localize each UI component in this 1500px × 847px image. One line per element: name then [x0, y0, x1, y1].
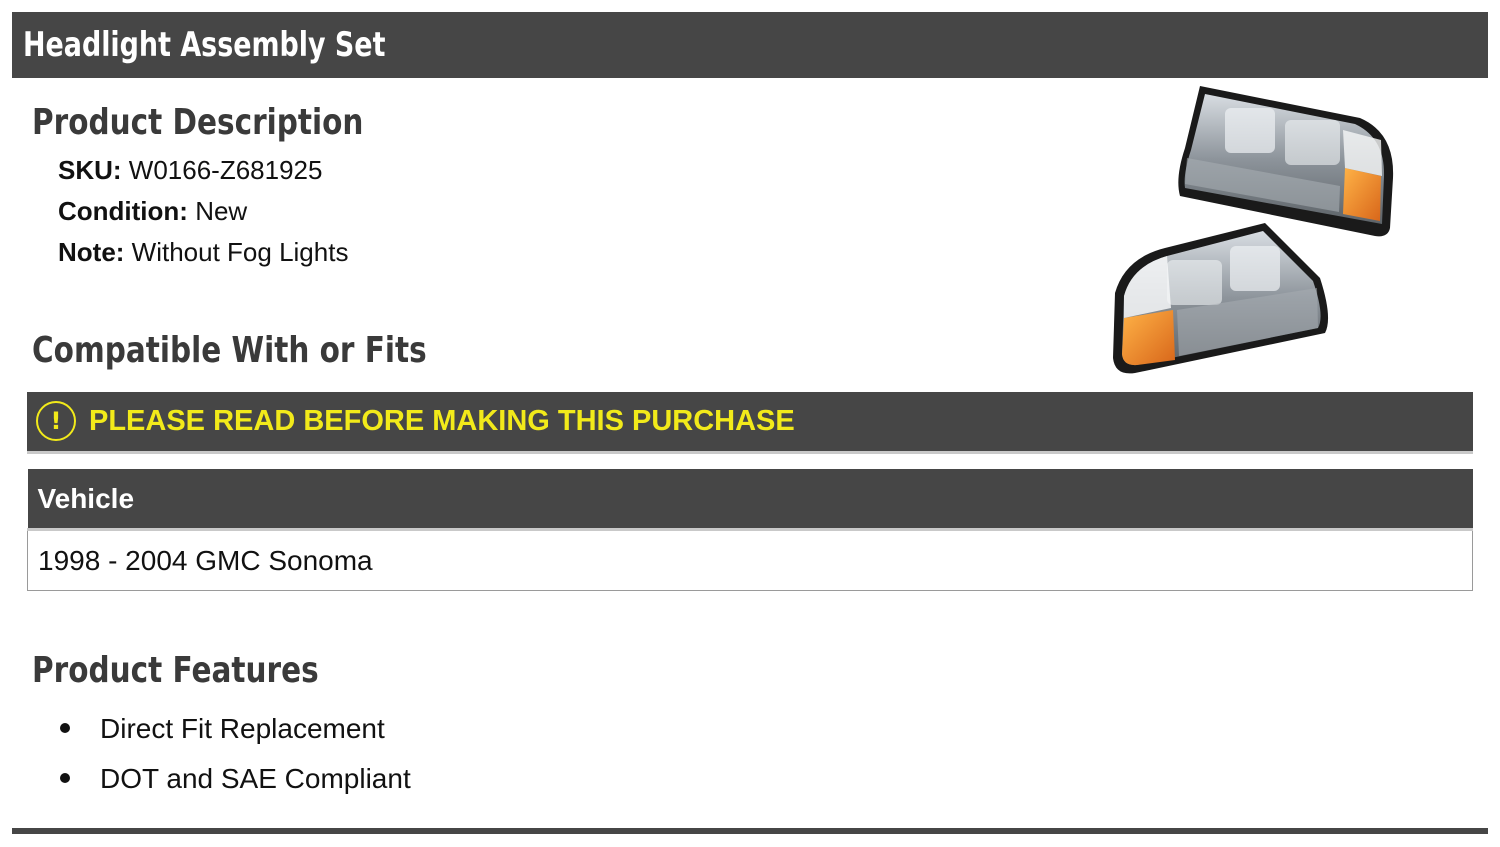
exclamation-circle-icon: !: [36, 401, 76, 441]
list-item: DOT and SAE Compliant: [60, 754, 411, 804]
page-title: Headlight Assembly Set: [23, 25, 386, 65]
spec-value: W0166-Z681925: [128, 155, 323, 185]
list-item: Direct Fit Replacement: [60, 704, 411, 754]
headlight-upper: [1178, 86, 1394, 237]
table-cell-vehicle: 1998 - 2004 GMC Sonoma: [27, 529, 1473, 591]
feature-text: Direct Fit Replacement: [100, 713, 385, 744]
table-header-row: Vehicle: [27, 469, 1473, 531]
bullet-icon: [60, 773, 70, 783]
table-row: 1998 - 2004 GMC Sonoma: [27, 529, 1473, 591]
spec-label: SKU:: [58, 155, 122, 185]
spec-value: Without Fog Lights: [131, 237, 349, 267]
feature-text: DOT and SAE Compliant: [100, 763, 411, 794]
vehicle-compatibility-table: Vehicle 1998 - 2004 GMC Sonoma: [27, 469, 1473, 591]
headlight-pair-image: [1113, 86, 1394, 374]
features-list: Direct Fit Replacement DOT and SAE Compl…: [60, 704, 411, 804]
spec-list: SKU: W0166-Z681925 Condition: New Note: …: [58, 150, 348, 273]
title-bar: Headlight Assembly Set: [12, 12, 1488, 78]
column-header-vehicle: Vehicle: [27, 469, 1473, 531]
spec-value: New: [195, 196, 248, 226]
headlight-lower: [1113, 223, 1329, 374]
product-page: Headlight Assembly Set Product Descripti…: [0, 0, 1500, 847]
compatibility-heading: Compatible With or Fits: [32, 330, 427, 371]
spec-row-condition: Condition: New: [58, 191, 348, 232]
spec-row-sku: SKU: W0166-Z681925: [58, 150, 348, 191]
bullet-icon: [60, 723, 70, 733]
product-description-heading: Product Description: [32, 102, 364, 143]
product-features-heading: Product Features: [32, 650, 319, 691]
spec-label: Condition:: [58, 196, 188, 226]
warning-text: PLEASE READ BEFORE MAKING THIS PURCHASE: [89, 405, 795, 437]
bottom-divider: [12, 828, 1488, 834]
spec-row-note: Note: Without Fog Lights: [58, 232, 348, 273]
spec-label: Note:: [58, 237, 125, 267]
purchase-warning-banner: ! PLEASE READ BEFORE MAKING THIS PURCHAS…: [27, 392, 1473, 454]
